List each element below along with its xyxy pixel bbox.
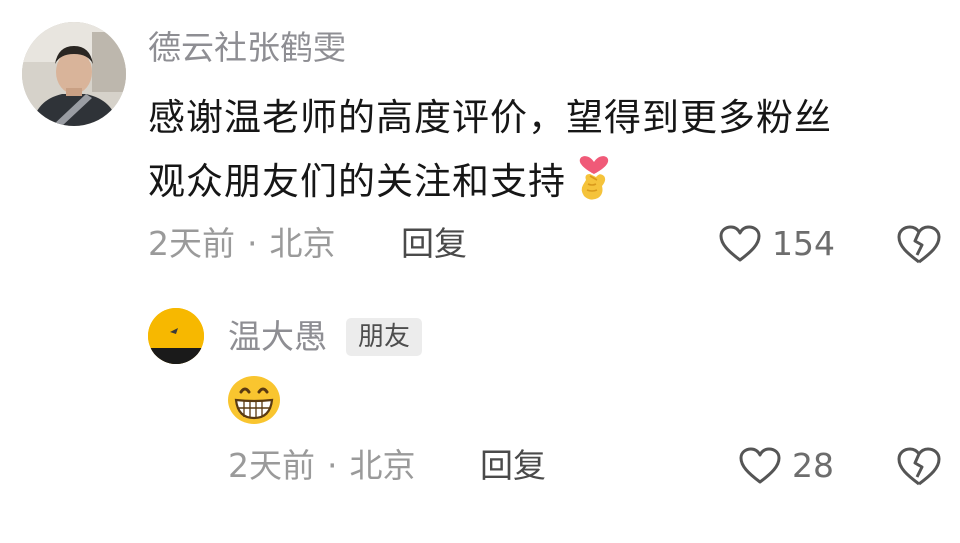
avatar[interactable] bbox=[22, 22, 126, 126]
reply-button[interactable]: 回复 bbox=[401, 222, 467, 266]
like-count: 154 bbox=[772, 224, 835, 263]
reply-meta: 2天前 · 北京 bbox=[228, 444, 416, 488]
reply-avatar[interactable] bbox=[148, 308, 204, 364]
meta-separator: · bbox=[247, 224, 258, 263]
reply-time: 2天前 bbox=[228, 446, 315, 485]
like-button[interactable]: 154 bbox=[718, 222, 835, 266]
friend-badge: 朋友 bbox=[346, 318, 423, 356]
comment-meta: 2天前 · 北京 bbox=[148, 222, 336, 266]
comment-text: 感谢温老师的高度评价，望得到更多粉丝 观众朋友们的关注和支持 bbox=[148, 86, 928, 222]
reply-like-button[interactable]: 28 bbox=[738, 444, 834, 488]
reply-location: 北京 bbox=[349, 446, 416, 485]
heart-icon bbox=[719, 225, 761, 262]
comment-text-line-2-text: 观众朋友们的关注和支持 bbox=[148, 160, 566, 203]
comment-text-line-1: 感谢温老师的高度评价，望得到更多粉丝 bbox=[148, 96, 832, 139]
comment-thread: 德云社张鹤雯 感谢温老师的高度评价，望得到更多粉丝 观众朋友们的关注和支持 2天… bbox=[0, 0, 960, 543]
comment-time: 2天前 bbox=[148, 224, 235, 263]
comment-text-line-2: 观众朋友们的关注和支持 bbox=[148, 150, 928, 222]
comment-username[interactable]: 德云社张鹤雯 bbox=[148, 26, 346, 70]
finger-heart-icon bbox=[574, 150, 614, 222]
comment-location: 北京 bbox=[269, 224, 336, 263]
broken-heart-icon[interactable] bbox=[896, 446, 942, 492]
heart-icon bbox=[739, 447, 781, 484]
broken-heart-icon[interactable] bbox=[896, 224, 942, 270]
grinning-face-icon bbox=[226, 374, 282, 430]
meta-separator: · bbox=[327, 446, 338, 485]
reply-username[interactable]: 温大愚 bbox=[228, 315, 327, 359]
reply-like-count: 28 bbox=[792, 446, 834, 485]
reply-reply-button[interactable]: 回复 bbox=[480, 444, 546, 488]
